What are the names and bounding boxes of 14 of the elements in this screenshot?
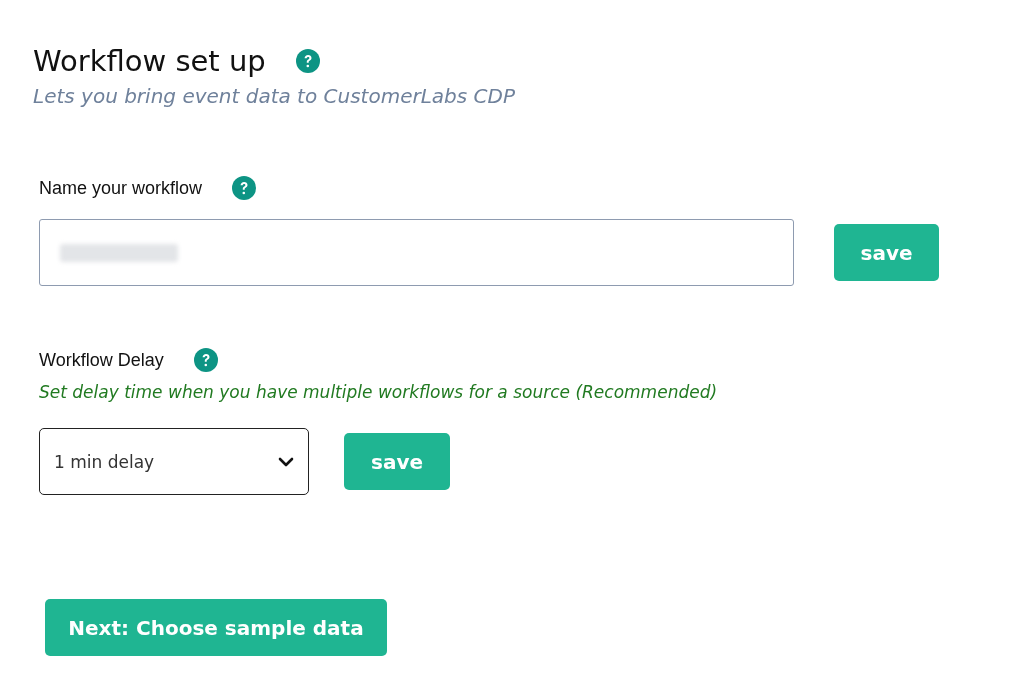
input-field[interactable] (39, 219, 794, 286)
next-button[interactable]: Next: Choose sample data (45, 599, 387, 656)
page-subtitle: Lets you bring event data to CustomerLabs CDP (33, 84, 516, 108)
save-button[interactable]: save (834, 224, 939, 281)
field-label: Workflow Delay (39, 349, 164, 371)
delay-select[interactable]: 1 min delay (39, 428, 309, 495)
help-icon[interactable] (193, 348, 218, 372)
field-label: Name your workflow (39, 177, 203, 199)
hint-text: Set delay time when you have multiple workflows for a source (Recommended) (39, 382, 719, 402)
help-icon[interactable] (295, 49, 320, 73)
chevron-down-icon (278, 456, 294, 467)
save-button[interactable]: save (344, 433, 450, 490)
help-icon[interactable] (232, 176, 257, 200)
page-title: Workflow set up (33, 44, 266, 78)
